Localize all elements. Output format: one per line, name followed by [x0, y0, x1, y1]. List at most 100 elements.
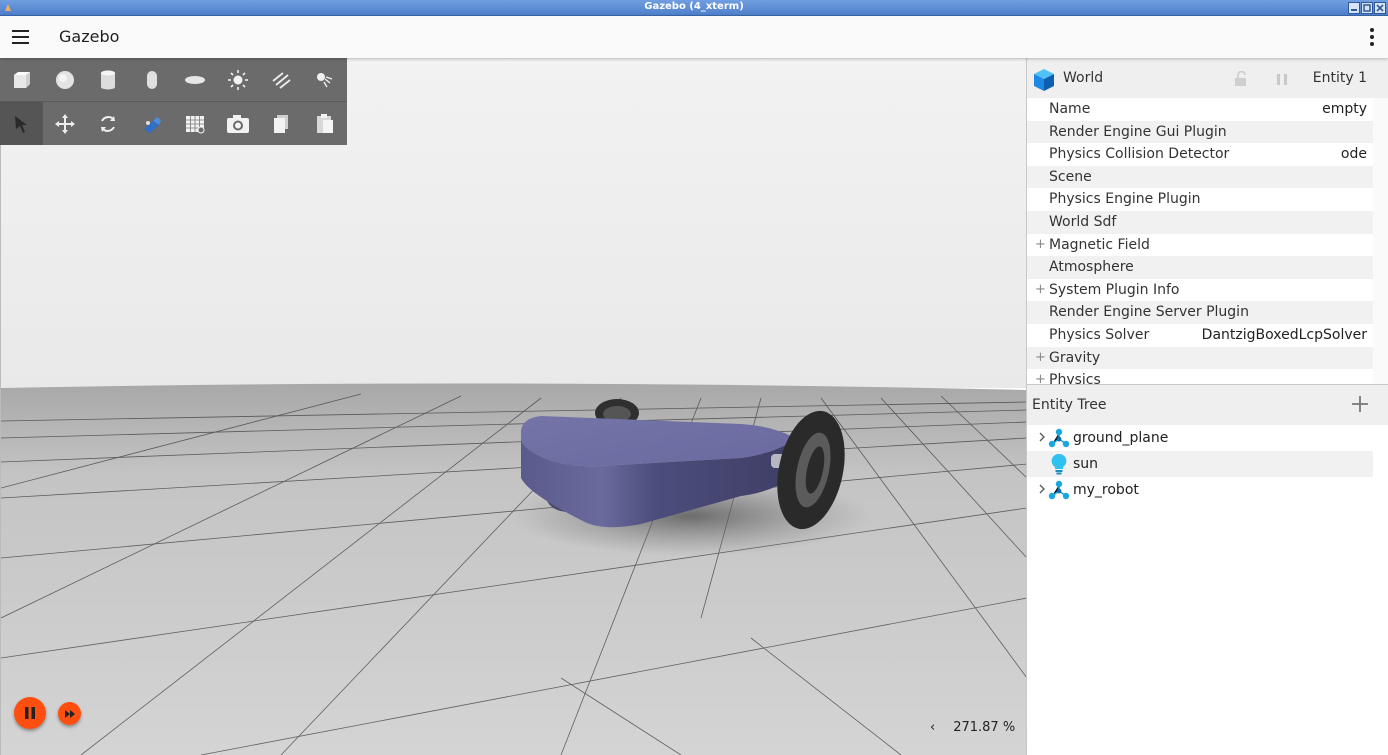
insert-capsule-button[interactable]: [130, 58, 173, 101]
entity-tree-list: ground_plane sun my_robot: [1027, 425, 1388, 503]
shapes-and-tools-toolbar: [0, 58, 347, 145]
expand-toggle[interactable]: +: [1035, 347, 1046, 369]
property-key: Scene: [1049, 168, 1092, 185]
chevron-right-icon[interactable]: [1037, 430, 1047, 444]
entity-tree-item-ground-plane[interactable]: ground_plane: [1027, 425, 1373, 451]
insert-sphere-button[interactable]: [43, 58, 86, 101]
app-bar: Gazebo: [0, 16, 1388, 58]
stats-expand-chevron[interactable]: ‹: [930, 720, 935, 735]
chevron-right-icon[interactable]: [1037, 482, 1047, 496]
property-key: World Sdf: [1049, 213, 1117, 230]
component-properties-list: Name empty Render Engine Gui Plugin Physi…: [1027, 98, 1373, 384]
grid-snap-icon: [185, 115, 205, 133]
expand-toggle[interactable]: +: [1035, 369, 1046, 384]
property-value: DantzigBoxedLcpSolver: [1201, 326, 1367, 343]
property-row[interactable]: Physics Solver DantzigBoxedLcpSolver: [1027, 324, 1373, 347]
property-key: System Plugin Info: [1049, 281, 1180, 298]
insert-directional-light-button[interactable]: [260, 58, 303, 101]
right-side-panel: World Entity 1 Name empty Render Engine G…: [1026, 58, 1388, 755]
entity-name: ground_plane: [1073, 430, 1169, 446]
property-value: ode: [1340, 146, 1367, 163]
add-entity-icon[interactable]: [1349, 393, 1371, 415]
insert-spot-light-button[interactable]: [303, 58, 346, 101]
ellipsoid-icon: [184, 75, 205, 84]
rotate-icon: [101, 115, 116, 132]
pause-updates-icon[interactable]: [1275, 73, 1289, 86]
property-row[interactable]: Render Engine Server Plugin: [1027, 301, 1373, 324]
sun-light-icon: [228, 69, 249, 90]
play-pause-button[interactable]: [14, 697, 46, 729]
entity-tree-item-my-robot[interactable]: my_robot: [1027, 477, 1373, 503]
entity-name: my_robot: [1073, 482, 1139, 498]
insert-shapes-row: [0, 58, 347, 101]
property-row[interactable]: + Physics: [1027, 369, 1373, 384]
insert-point-light-button[interactable]: [216, 58, 259, 101]
maximize-icon: [1363, 4, 1371, 12]
sphere-icon: [55, 70, 74, 89]
properties-scrollbar[interactable]: [1373, 98, 1388, 384]
more-options-icon[interactable]: [1368, 26, 1376, 48]
minimize-icon: [1351, 9, 1357, 11]
property-key: Render Engine Gui Plugin: [1049, 123, 1227, 140]
expand-toggle[interactable]: +: [1035, 234, 1046, 256]
property-row[interactable]: + System Plugin Info: [1027, 279, 1373, 302]
paste-button[interactable]: [303, 102, 346, 145]
entity-tree-item-sun[interactable]: sun: [1027, 451, 1373, 477]
transform-control-button[interactable]: [130, 102, 173, 145]
copy-icon: [274, 114, 289, 133]
property-key: Render Engine Server Plugin: [1049, 304, 1249, 321]
transform-tools-row: [0, 102, 347, 145]
paste-icon: [316, 113, 333, 133]
rtf-value: 271.87 %: [953, 720, 1016, 735]
insert-ellipsoid-button[interactable]: [173, 58, 216, 101]
expand-toggle[interactable]: +: [1035, 279, 1046, 301]
minimize-button[interactable]: [1348, 2, 1360, 14]
property-row[interactable]: + Gravity: [1027, 346, 1373, 370]
pause-icon: [25, 707, 35, 719]
copy-button[interactable]: [260, 102, 303, 145]
screenshot-button[interactable]: [216, 102, 259, 145]
property-key: Atmosphere: [1049, 259, 1134, 276]
property-row[interactable]: + Magnetic Field: [1027, 234, 1373, 257]
component-inspector-header: World Entity 1: [1027, 58, 1388, 98]
lock-icon[interactable]: [1234, 71, 1248, 87]
property-key: Physics Solver: [1049, 326, 1150, 343]
spot-light-icon: [316, 72, 332, 87]
box-icon: [13, 71, 30, 88]
property-key: Name: [1049, 101, 1091, 117]
cylinder-icon: [101, 70, 116, 89]
scene-render[interactable]: [1, 58, 1026, 755]
property-key: Gravity: [1049, 349, 1101, 366]
scene-3d-viewport[interactable]: [0, 58, 1026, 755]
insert-cylinder-button[interactable]: [87, 58, 130, 101]
close-button[interactable]: [1374, 2, 1386, 14]
window-controls: [1348, 2, 1386, 14]
grid-snap-button[interactable]: [173, 102, 216, 145]
property-row[interactable]: Physics Engine Plugin: [1027, 188, 1373, 211]
property-key: Magnetic Field: [1049, 236, 1150, 253]
property-row[interactable]: World Sdf: [1027, 210, 1373, 234]
screenshot-icon: [227, 114, 250, 133]
maximize-button[interactable]: [1361, 2, 1373, 14]
entity-tree-title: Entity Tree: [1032, 397, 1107, 413]
translate-mode-button[interactable]: [43, 102, 86, 145]
property-row[interactable]: Scene: [1027, 165, 1373, 189]
app-title: Gazebo: [59, 27, 120, 46]
step-button[interactable]: [58, 702, 81, 725]
entity-tree-header: Entity Tree: [1027, 385, 1388, 425]
property-row[interactable]: Render Engine Gui Plugin: [1027, 120, 1373, 144]
fast-forward-icon: [64, 709, 75, 718]
real-time-factor: ‹ 271.87 %: [930, 720, 1015, 735]
select-mode-button[interactable]: [0, 102, 44, 145]
hamburger-menu-icon[interactable]: [10, 27, 32, 47]
property-row[interactable]: Physics Collision Detector ode: [1027, 143, 1373, 166]
property-row[interactable]: Atmosphere: [1027, 256, 1373, 279]
model-icon: [1048, 428, 1070, 448]
entity-type-label: World: [1063, 70, 1104, 86]
insert-box-button[interactable]: [0, 58, 43, 101]
transform-icon: [143, 116, 161, 133]
property-key: Physics Collision Detector: [1049, 146, 1230, 163]
rotate-mode-button[interactable]: [87, 102, 130, 145]
property-row[interactable]: Name empty: [1027, 98, 1373, 121]
close-icon: [1376, 4, 1384, 12]
